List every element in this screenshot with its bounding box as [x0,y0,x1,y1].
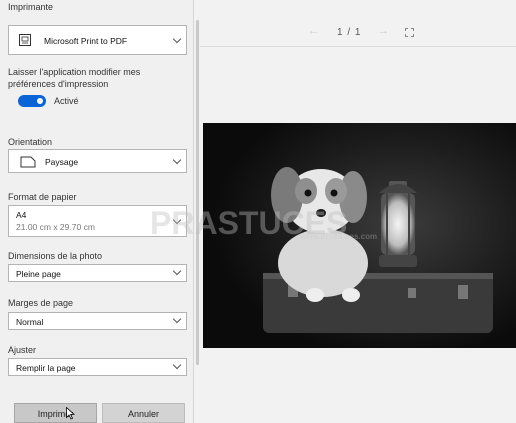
app-prefs-toggle-state: Activé [54,96,79,106]
paper-format-size: 21.00 cm x 29.70 cm [16,222,95,232]
margins-select[interactable]: Normal [8,312,187,330]
chevron-down-icon [172,314,182,324]
orientation-select[interactable]: Paysage [8,149,187,173]
fit-select[interactable]: Remplir la page [8,358,187,376]
photo-dimensions-label: Dimensions de la photo [8,251,103,261]
landscape-page-icon [20,156,36,168]
chevron-down-icon [172,215,182,225]
preview-toolbar-divider [200,46,516,47]
printer-select[interactable]: Microsoft Print to PDF [8,25,187,55]
chevron-down-icon [172,34,182,44]
app-prefs-label-line2: préférences d'impression [8,79,109,89]
print-button[interactable]: Imprimer [14,403,97,423]
printer-icon [19,34,31,46]
preview-photo [203,123,516,348]
print-settings-panel: Imprimante Microsoft Print to PDF Laisse… [0,0,193,423]
photo-dimensions-value: Pleine page [16,269,61,279]
cancel-button[interactable]: Annuler [102,403,185,423]
paper-format-label: Format de papier [8,192,77,202]
fullscreen-icon[interactable] [405,28,414,37]
printer-label: Imprimante [8,2,54,12]
arrow-left-icon[interactable]: ← [308,25,319,37]
app-prefs-toggle[interactable] [18,95,46,107]
margins-label: Marges de page [8,298,74,308]
mouse-cursor-icon [66,407,75,420]
photo-dimensions-select[interactable]: Pleine page [8,264,187,282]
orientation-value: Paysage [45,157,79,167]
chevron-down-icon [172,360,182,370]
chevron-down-icon [172,266,182,276]
page-indicator: 1 / 1 [337,27,362,38]
paper-format-select[interactable]: A4 21.00 cm x 29.70 cm [8,205,187,237]
margins-value: Normal [16,317,44,327]
panel-divider [193,0,194,423]
preview-photo-image [203,123,516,348]
paper-format-name: A4 [16,210,27,220]
settings-scrollbar[interactable] [196,20,199,365]
arrow-right-icon[interactable]: → [378,25,389,37]
fit-value: Remplir la page [16,363,76,373]
chevron-down-icon [172,155,182,165]
printer-value: Microsoft Print to PDF [44,36,128,46]
toggle-knob [37,98,43,104]
orientation-label: Orientation [8,137,53,147]
fit-label: Ajuster [8,345,37,355]
app-prefs-label-line1: Laisser l'application modifier mes [8,67,141,77]
